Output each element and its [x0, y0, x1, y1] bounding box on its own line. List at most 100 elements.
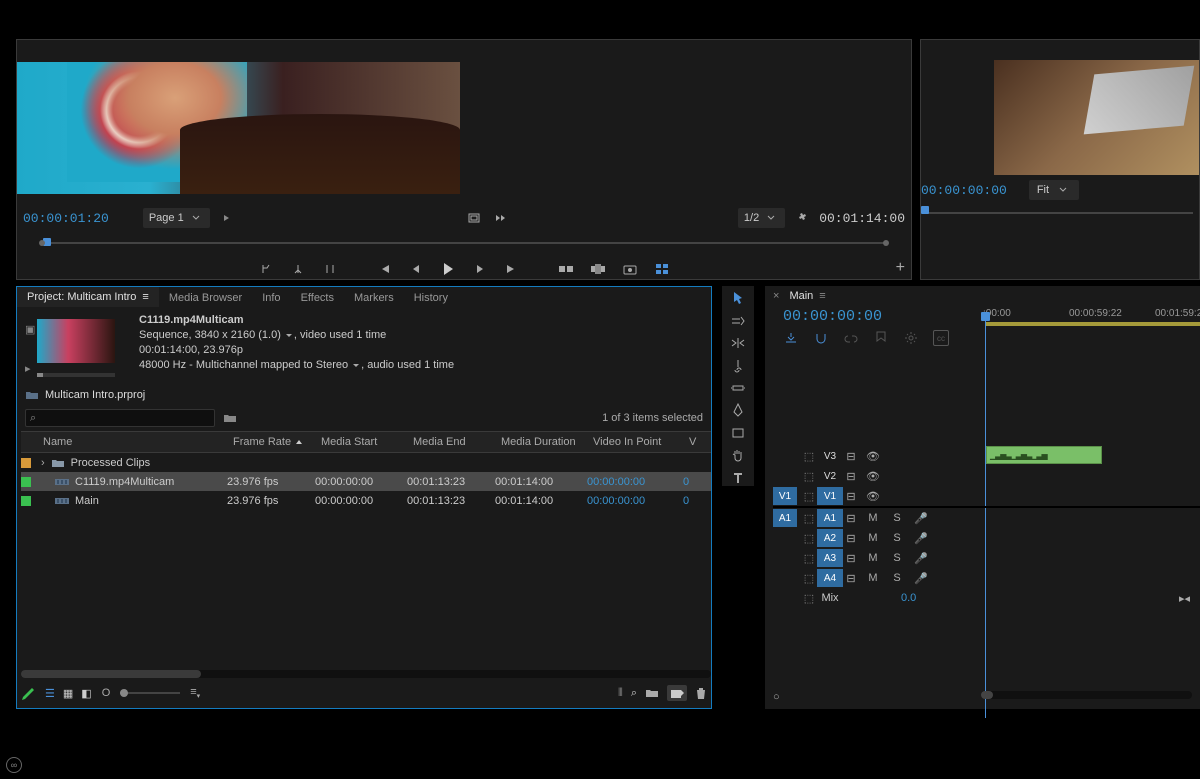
- sync-lock-icon[interactable]: ⊟: [843, 552, 859, 565]
- step-back-icon[interactable]: [406, 260, 426, 278]
- expand-icon[interactable]: ›: [41, 457, 45, 469]
- overwrite-icon[interactable]: [588, 260, 608, 278]
- mark-in-icon[interactable]: [256, 260, 276, 278]
- snap-icon[interactable]: [813, 330, 829, 346]
- voice-icon[interactable]: 🎤: [913, 552, 929, 565]
- tab-project[interactable]: Project: Multicam Intro≡: [17, 287, 159, 308]
- source-patch[interactable]: V1: [773, 487, 797, 505]
- lock-icon[interactable]: ⬚: [801, 470, 817, 483]
- creative-cloud-icon[interactable]: ∞: [6, 757, 22, 773]
- resolution-selector[interactable]: 1/2: [738, 208, 785, 228]
- go-to-in-icon[interactable]: [374, 260, 394, 278]
- track-select-tool-icon[interactable]: [728, 312, 748, 328]
- program-timecode[interactable]: 00:00:00:00: [921, 183, 1007, 198]
- label-swatch[interactable]: [21, 496, 31, 506]
- new-item-icon[interactable]: [21, 686, 35, 700]
- sync-lock-icon[interactable]: ⊟: [843, 572, 859, 585]
- linked-selection-icon[interactable]: [843, 330, 859, 346]
- zoom-out-icon[interactable]: ○: [773, 691, 780, 703]
- col-frame-rate[interactable]: Frame Rate: [227, 436, 315, 448]
- source-timecode-left[interactable]: 00:00:01:20: [23, 211, 109, 226]
- step-forward-icon[interactable]: [470, 260, 490, 278]
- sync-lock-icon[interactable]: ⊟: [843, 470, 859, 483]
- razor-tool-icon[interactable]: [728, 357, 748, 373]
- preview-thumbnail[interactable]: ▣ ▸: [25, 311, 131, 377]
- safe-margins-icon[interactable]: [465, 209, 483, 227]
- solo-icon[interactable]: S: [889, 572, 905, 585]
- pen-tool-icon[interactable]: [728, 402, 748, 418]
- freeform-view-icon[interactable]: ◧: [81, 687, 91, 700]
- close-icon[interactable]: ×: [773, 290, 779, 302]
- find-icon[interactable]: ⌕: [631, 687, 637, 700]
- label-swatch[interactable]: [21, 458, 31, 468]
- table-row[interactable]: ›Processed Clips: [21, 453, 711, 472]
- timeline-scrollbar[interactable]: [981, 691, 1192, 699]
- mute-icon[interactable]: M: [865, 532, 881, 545]
- lock-icon[interactable]: ⬚: [801, 572, 817, 585]
- sort-icon[interactable]: ≡▾: [190, 686, 200, 700]
- mute-icon[interactable]: M: [865, 552, 881, 565]
- lock-icon[interactable]: ⬚: [801, 532, 817, 545]
- mix-value[interactable]: 0.0: [901, 592, 916, 604]
- tab-history[interactable]: History: [404, 288, 458, 308]
- icon-view-icon[interactable]: ▦: [63, 687, 73, 700]
- out-point-icon[interactable]: [491, 209, 509, 227]
- lock-icon[interactable]: ⬚: [801, 552, 817, 565]
- ripple-edit-tool-icon[interactable]: [728, 335, 748, 351]
- sync-lock-icon[interactable]: ⊟: [843, 512, 859, 525]
- col-video-in[interactable]: Video In Point: [587, 436, 683, 448]
- panel-menu-icon[interactable]: ≡: [142, 291, 148, 303]
- source-patch[interactable]: A1: [773, 509, 797, 527]
- table-row[interactable]: Main23.976 fps00:00:00:0000:01:13:2300:0…: [21, 491, 711, 510]
- source-ruler[interactable]: [23, 234, 905, 252]
- tab-effects[interactable]: Effects: [291, 288, 344, 308]
- pixel-aspect-dropdown[interactable]: [283, 328, 292, 343]
- sync-lock-icon[interactable]: ⊟: [843, 532, 859, 545]
- source-patch[interactable]: [773, 549, 797, 567]
- source-patch[interactable]: [773, 467, 797, 485]
- track-target[interactable]: A1: [817, 509, 843, 527]
- nest-icon[interactable]: [783, 330, 799, 346]
- export-frame-icon[interactable]: [620, 260, 640, 278]
- button-editor-icon[interactable]: +: [896, 259, 905, 277]
- source-patch[interactable]: [773, 529, 797, 547]
- search-input[interactable]: ⌕: [25, 409, 215, 427]
- play-icon[interactable]: [438, 260, 458, 278]
- sync-lock-icon[interactable]: ⊟: [843, 450, 859, 463]
- track-target[interactable]: A2: [817, 529, 843, 547]
- type-tool-icon[interactable]: [728, 470, 748, 486]
- new-item-button[interactable]: [667, 685, 687, 701]
- tab-info[interactable]: Info: [252, 288, 290, 308]
- go-to-out-icon[interactable]: [502, 260, 522, 278]
- solo-icon[interactable]: S: [889, 512, 905, 525]
- panel-menu-icon[interactable]: ≡: [819, 290, 825, 302]
- track-target[interactable]: V2: [817, 467, 843, 485]
- play-forward-icon[interactable]: [218, 209, 236, 227]
- timeline-ruler[interactable]: :00:00 00:00:59:22 00:01:59:21: [983, 308, 1200, 356]
- track-target[interactable]: V1: [817, 487, 843, 505]
- automate-icon[interactable]: ⦀: [618, 687, 623, 700]
- eye-icon[interactable]: 👁: [865, 470, 881, 483]
- mute-icon[interactable]: M: [865, 512, 881, 525]
- solo-icon[interactable]: S: [889, 532, 905, 545]
- source-patch[interactable]: [773, 569, 797, 587]
- mark-clip-icon[interactable]: [320, 260, 340, 278]
- audio-channel-dropdown[interactable]: [350, 358, 359, 373]
- timeline-clip[interactable]: ▁▃▅▃▁▃▅▃▁▃▅: [986, 446, 1102, 464]
- page-selector[interactable]: Page 1: [143, 208, 210, 228]
- track-target[interactable]: A3: [817, 549, 843, 567]
- playhead-icon[interactable]: [921, 206, 929, 214]
- play-thumb-icon[interactable]: ▸: [25, 362, 31, 375]
- source-timecode-right[interactable]: 00:01:14:00: [819, 211, 905, 226]
- col-media-duration[interactable]: Media Duration: [495, 436, 587, 448]
- hand-tool-icon[interactable]: [728, 447, 748, 463]
- settings-icon[interactable]: [793, 209, 811, 227]
- program-ruler[interactable]: [921, 204, 1193, 222]
- selection-tool-icon[interactable]: [728, 290, 748, 306]
- col-media-end[interactable]: Media End: [407, 436, 495, 448]
- lock-icon[interactable]: ⬚: [801, 450, 817, 463]
- marker-icon[interactable]: [873, 330, 889, 346]
- sequence-timecode[interactable]: 00:00:00:00: [783, 308, 882, 325]
- rectangle-tool-icon[interactable]: [728, 425, 748, 441]
- list-view-icon[interactable]: ☰: [45, 687, 55, 700]
